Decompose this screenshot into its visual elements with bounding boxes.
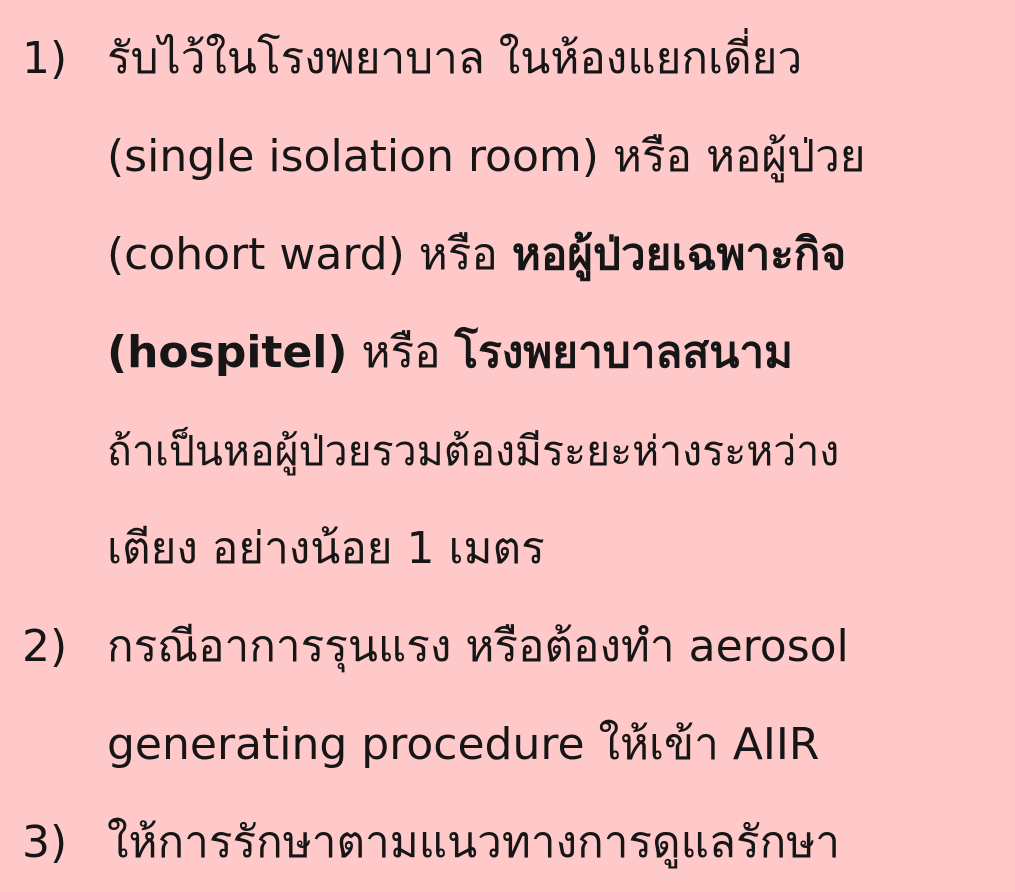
item-1-line-3: (cohort ward) หรือ หอผู้ป่วยเฉพาะกิจ (107, 206, 1015, 304)
item-2-line-2: generating procedure ให้เข้า AIIR (107, 719, 820, 770)
list-item-1: 1) รับไว้ในโรงพยาบาล ในห้องแยกเดี่ยว (si… (0, 10, 1015, 598)
item-1-line-6: เตียง อย่างน้อย 1 เมตร (107, 523, 545, 574)
item-1-line-5: ถ้าเป็นหอผู้ป่วยรวมต้องมีระยะห่างระหว่าง (107, 427, 840, 475)
item-number: 1) (22, 33, 68, 84)
list-item-2: 2) กรณีอาการรุนแรง หรือต้องทำ aerosol ge… (0, 598, 1015, 794)
item-2-line-1: กรณีอาการรุนแรง หรือต้องทำ aerosol (107, 621, 849, 672)
item-number: 3) (22, 817, 68, 868)
item-1-line-4: (hospitel) หรือ โรงพยาบาลสนาม (107, 304, 1015, 402)
item-number: 2) (22, 621, 68, 672)
item-1-line-4-bold-1: (hospitel) (107, 327, 348, 378)
item-1-line-2: (single isolation room) หรือ หอผู้ป่วย (107, 131, 866, 182)
item-1-line-4-text: หรือ (347, 327, 455, 378)
item-1-line-1: รับไว้ในโรงพยาบาล ในห้องแยกเดี่ยว (107, 33, 803, 84)
item-1-line-3-text: (cohort ward) หรือ (107, 229, 512, 280)
item-1-line-3-bold: หอผู้ป่วยเฉพาะกิจ (511, 229, 847, 280)
list-item-3: 3) ให้การรักษาตามแนวทางการดูแลรักษา (0, 794, 1015, 892)
item-3-line-1: ให้การรักษาตามแนวทางการดูแลรักษา (107, 817, 840, 868)
item-1-line-4-bold-2: โรงพยาบาลสนาม (454, 327, 794, 378)
slide-content: 1) รับไว้ในโรงพยาบาล ในห้องแยกเดี่ยว (si… (0, 0, 1015, 889)
